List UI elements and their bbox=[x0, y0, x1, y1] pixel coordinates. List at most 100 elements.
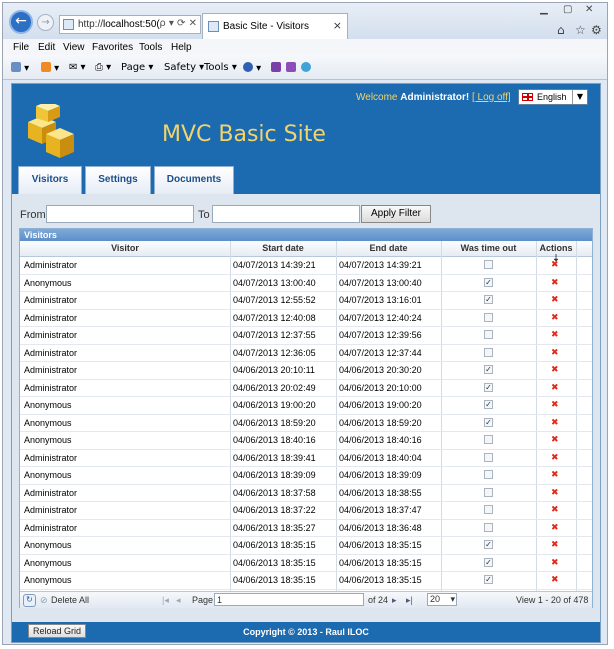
delete-icon[interactable]: ✖ bbox=[551, 313, 559, 323]
delete-icon[interactable]: ✖ bbox=[551, 278, 559, 288]
table-row[interactable]: Anonymous 04/06/2013 18:35:15 04/06/2013 1… bbox=[20, 555, 592, 572]
delete-icon[interactable]: ✖ bbox=[551, 505, 559, 515]
table-row[interactable]: Administrator 04/06/2013 18:37:58 04/06/20… bbox=[20, 485, 592, 502]
col-start-date[interactable]: Start date bbox=[230, 243, 336, 253]
messenger-icon[interactable] bbox=[301, 62, 311, 74]
end-date-cell: 04/06/2013 19:00:20 bbox=[339, 400, 422, 410]
tab-close-icon[interactable]: × bbox=[333, 19, 342, 32]
delete-icon[interactable]: ✖ bbox=[551, 575, 559, 585]
user-name: Administrator! bbox=[400, 92, 470, 103]
delete-icon[interactable]: ✖ bbox=[551, 418, 559, 428]
home-command-icon[interactable]: ▾ bbox=[11, 62, 29, 74]
table-row[interactable]: Anonymous 04/06/2013 18:59:20 04/06/2013 1… bbox=[20, 415, 592, 432]
col-end-date[interactable]: End date bbox=[336, 243, 441, 253]
delete-icon[interactable]: ✖ bbox=[551, 453, 559, 463]
browser-tab[interactable]: Basic Site - Visitors × bbox=[202, 13, 348, 39]
table-row[interactable]: Administrator 04/07/2013 12:36:05 04/07/20… bbox=[20, 345, 592, 362]
table-row[interactable]: Anonymous 04/07/2013 13:00:40 04/07/2013 1… bbox=[20, 275, 592, 292]
table-row[interactable]: Anonymous 04/06/2013 19:00:20 04/06/2013 1… bbox=[20, 397, 592, 415]
page-number-input[interactable]: 1 bbox=[214, 593, 364, 606]
delete-icon[interactable]: ✖ bbox=[551, 435, 559, 445]
delete-icon[interactable]: ✖ bbox=[551, 383, 559, 393]
page-menu[interactable]: Page ▾ bbox=[121, 62, 153, 73]
col-visitor[interactable]: Visitor bbox=[20, 243, 230, 253]
end-date-cell: 04/07/2013 12:39:56 bbox=[339, 330, 422, 340]
menu-tools[interactable]: Tools bbox=[139, 42, 162, 53]
delete-icon[interactable]: ✖ bbox=[551, 330, 559, 340]
mail-icon[interactable]: ✉ ▾ bbox=[69, 62, 86, 73]
tab-documents[interactable]: Documents bbox=[154, 166, 234, 194]
menu-favorites[interactable]: Favorites bbox=[92, 42, 133, 53]
address-tools[interactable]: ρ ▾ ⟳ ✕ bbox=[159, 18, 197, 29]
visitor-cell: Anonymous bbox=[24, 277, 72, 288]
next-page-icon[interactable]: ▸ bbox=[392, 595, 397, 606]
table-row[interactable]: Anonymous 04/06/2013 18:39:09 04/06/2013 1… bbox=[20, 467, 592, 485]
close-window-icon[interactable]: ✕ bbox=[585, 4, 593, 15]
delete-icon[interactable]: ✖ bbox=[551, 295, 559, 305]
visitor-cell: Administrator bbox=[24, 347, 78, 358]
col-was-time-out[interactable]: Was time out bbox=[441, 243, 536, 253]
help-icon[interactable]: ▾ bbox=[243, 62, 261, 74]
minimize-icon[interactable]: ▁ bbox=[540, 4, 548, 15]
onenote-linked-icon[interactable] bbox=[286, 62, 296, 74]
delete-icon[interactable]: ✖ bbox=[551, 365, 559, 375]
settings-gear-icon[interactable]: ⚙ bbox=[591, 23, 602, 37]
table-row[interactable]: Administrator 04/07/2013 14:39:21 04/07/20… bbox=[20, 257, 592, 275]
prev-page-icon[interactable]: ◂ bbox=[176, 595, 181, 606]
favorites-star-icon[interactable]: ☆ bbox=[575, 23, 586, 37]
back-button[interactable]: ← bbox=[9, 10, 33, 34]
delete-icon[interactable]: ✖ bbox=[551, 470, 559, 480]
end-date-cell: 04/06/2013 18:37:47 bbox=[339, 505, 422, 515]
maximize-icon[interactable]: ▢ bbox=[563, 4, 572, 15]
table-row[interactable]: Anonymous 04/06/2013 18:35:15 04/06/2013 1… bbox=[20, 572, 592, 590]
apply-filter-button[interactable]: Apply Filter bbox=[361, 205, 431, 223]
delete-icon[interactable]: ✖ bbox=[551, 523, 559, 533]
table-row[interactable]: Anonymous 04/06/2013 18:40:16 04/06/2013 1… bbox=[20, 432, 592, 450]
timeout-checkbox bbox=[484, 505, 493, 514]
table-row[interactable]: Administrator 04/07/2013 12:40:08 04/07/20… bbox=[20, 310, 592, 327]
page-size-select[interactable]: 20 ▾ bbox=[427, 593, 457, 606]
visitor-cell: Administrator bbox=[24, 522, 78, 533]
onenote-icon[interactable] bbox=[271, 62, 281, 74]
delete-icon[interactable]: ✖ bbox=[551, 540, 559, 550]
last-page-icon[interactable]: ▸| bbox=[406, 595, 413, 606]
address-bar[interactable]: http://localhost:50( ρ ▾ ⟳ ✕ bbox=[59, 15, 201, 34]
feeds-icon[interactable]: ▾ bbox=[41, 62, 59, 74]
tab-visitors[interactable]: Visitors bbox=[18, 166, 82, 194]
delete-icon[interactable]: ✖ bbox=[551, 260, 559, 270]
print-icon[interactable]: ⎙ ▾ bbox=[95, 62, 111, 73]
delete-all-button[interactable]: Delete All bbox=[51, 595, 89, 605]
menu-edit[interactable]: Edit bbox=[38, 42, 55, 53]
from-label: From bbox=[20, 209, 46, 221]
language-select[interactable]: English ▼ bbox=[518, 89, 588, 105]
table-row[interactable]: Administrator 04/06/2013 20:10:11 04/06/20… bbox=[20, 362, 592, 380]
forward-button[interactable]: → bbox=[37, 14, 54, 31]
tab-settings[interactable]: Settings bbox=[85, 166, 151, 194]
safety-menu[interactable]: Safety ▾ bbox=[164, 62, 204, 73]
table-row[interactable]: Administrator 04/06/2013 18:39:41 04/06/20… bbox=[20, 450, 592, 467]
first-page-icon[interactable]: |◂ bbox=[162, 595, 169, 606]
table-row[interactable]: Administrator 04/06/2013 18:35:27 04/06/20… bbox=[20, 520, 592, 537]
logoff-link[interactable]: [ Log off] bbox=[472, 92, 511, 103]
to-date-input[interactable] bbox=[212, 205, 360, 223]
reload-grid-button[interactable]: Reload Grid bbox=[28, 624, 86, 638]
menu-view[interactable]: View bbox=[63, 42, 85, 53]
tools-menu[interactable]: Tools ▾ bbox=[204, 62, 237, 73]
delete-icon[interactable]: ✖ bbox=[551, 348, 559, 358]
chevron-down-icon[interactable]: ▼ bbox=[572, 90, 587, 104]
table-row[interactable]: Anonymous 04/06/2013 18:35:15 04/06/2013 1… bbox=[20, 537, 592, 555]
home-icon[interactable]: ⌂ bbox=[557, 23, 565, 37]
table-row[interactable]: Administrator 04/07/2013 12:37:55 04/07/20… bbox=[20, 327, 592, 345]
menu-file[interactable]: File bbox=[13, 42, 29, 53]
from-date-input[interactable] bbox=[46, 205, 194, 223]
delete-icon[interactable]: ✖ bbox=[551, 558, 559, 568]
visitors-grid: Visitors Visitor Start date End date Was… bbox=[19, 228, 593, 608]
table-row[interactable]: Administrator 04/06/2013 18:37:22 04/06/20… bbox=[20, 502, 592, 520]
refresh-icon[interactable]: ↻ bbox=[23, 594, 36, 607]
table-row[interactable]: Administrator 04/06/2013 20:02:49 04/06/20… bbox=[20, 380, 592, 397]
menu-help[interactable]: Help bbox=[171, 42, 192, 53]
delete-icon[interactable]: ✖ bbox=[551, 400, 559, 410]
delete-icon[interactable]: ✖ bbox=[551, 488, 559, 498]
delete-all-icon[interactable]: ⊘ bbox=[40, 595, 48, 606]
table-row[interactable]: Administrator 04/07/2013 12:55:52 04/07/20… bbox=[20, 292, 592, 310]
